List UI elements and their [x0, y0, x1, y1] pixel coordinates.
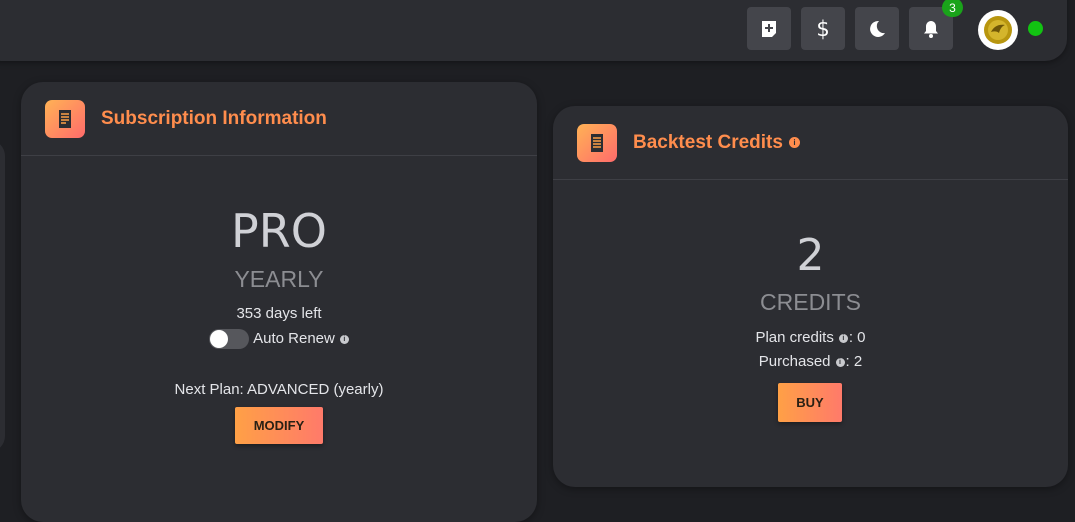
purchased-row: Purchased i: 2 [553, 353, 1068, 370]
info-icon[interactable]: i [339, 334, 349, 344]
credits-title: Backtest Credits i [633, 132, 800, 154]
credits-count: 2 [796, 230, 825, 281]
theme-toggle-button[interactable] [855, 7, 899, 50]
logo-icon [984, 16, 1012, 44]
plan-period: YEARLY [234, 266, 324, 292]
backtest-credits-card: Backtest Credits i 2 CREDITS Plan credits… [553, 106, 1068, 487]
info-icon[interactable]: i [788, 137, 800, 149]
add-note-button[interactable] [747, 7, 791, 50]
moon-icon [870, 20, 885, 37]
plan-credits-label: Plan credits [755, 329, 834, 346]
info-icon[interactable]: i [835, 357, 845, 367]
partial-card-edge [0, 140, 5, 452]
bell-icon [924, 20, 938, 38]
auto-renew-row: Auto Renew i [21, 329, 537, 349]
online-status-indicator [1028, 21, 1043, 36]
plan-credits-value: : 0 [848, 329, 866, 346]
auto-renew-label: Auto Renew [253, 329, 335, 347]
receipt-icon [577, 124, 617, 162]
subscription-title: Subscription Information [101, 108, 327, 129]
credits-unit: CREDITS [760, 289, 861, 315]
purchased-label: Purchased [758, 353, 831, 370]
next-plan: Next Plan: ADVANCED (yearly) [174, 381, 384, 398]
credits-card-header: Backtest Credits i [553, 106, 1068, 180]
plan-name: PRO [231, 204, 327, 258]
purchased-value: : 2 [845, 353, 863, 370]
add-note-icon [762, 20, 776, 37]
auto-renew-toggle[interactable] [209, 329, 250, 349]
buy-button[interactable]: BUY [778, 383, 842, 422]
days-left: 353 days left [236, 305, 322, 322]
modify-button[interactable]: MODIFY [235, 407, 323, 444]
pricing-button[interactable]: $ [801, 7, 845, 50]
top-bar [0, 0, 1067, 61]
notification-count-badge: 3 [942, 0, 963, 17]
subscription-card: Subscription Information PRO YEARLY 353 … [21, 82, 537, 522]
subscription-card-header: Subscription Information [21, 82, 537, 156]
info-icon[interactable]: i [838, 333, 848, 343]
avatar[interactable] [978, 10, 1018, 50]
dollar-icon: $ [816, 16, 830, 41]
plan-credits-row: Plan credits i: 0 [553, 329, 1068, 346]
receipt-icon [45, 100, 85, 138]
